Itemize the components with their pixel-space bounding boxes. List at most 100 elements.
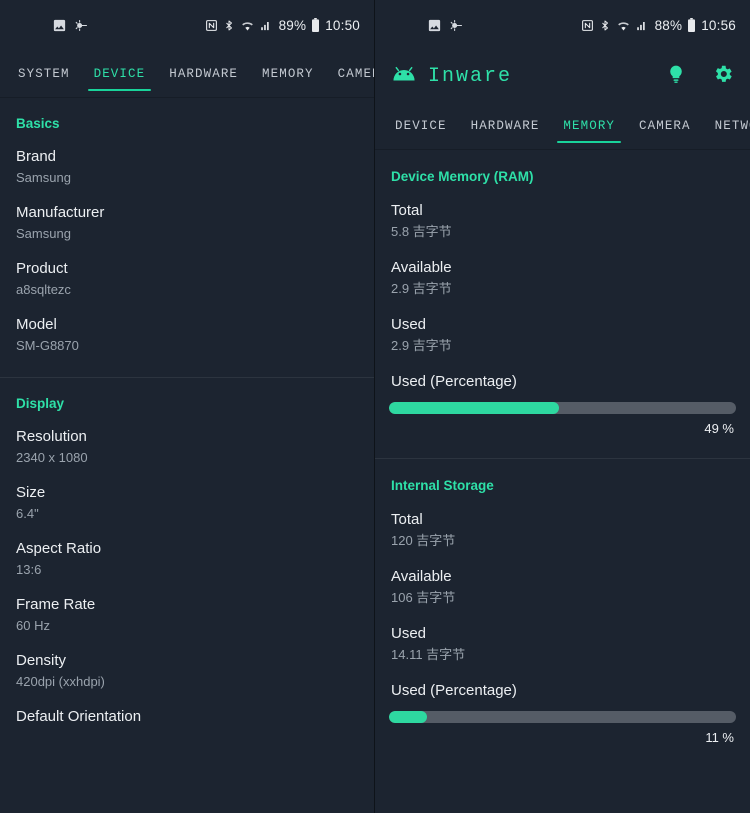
clock-label: 10:56 bbox=[701, 18, 736, 33]
progress-percent-label: 49 % bbox=[389, 414, 736, 436]
memory-row-used-percentage: Used (Percentage) bbox=[375, 355, 750, 392]
storage-usage-progress: 11 % bbox=[375, 701, 750, 745]
row-label: Default Orientation bbox=[16, 707, 358, 727]
bluetooth-icon bbox=[223, 19, 235, 32]
tab-camera[interactable]: CAMERA bbox=[627, 102, 703, 149]
signal-icon bbox=[260, 19, 274, 32]
status-bar-notification-icons bbox=[427, 18, 464, 33]
left-tab-bar[interactable]: SYSTEM DEVICE HARDWARE MEMORY CAMERA bbox=[0, 50, 374, 97]
row-value: 106 吉字节 bbox=[391, 588, 734, 607]
row-label: Aspect Ratio bbox=[16, 539, 358, 559]
image-icon bbox=[427, 18, 442, 33]
progress-fill bbox=[389, 402, 559, 414]
progress-label: Used (Percentage) bbox=[391, 372, 734, 392]
memory-row-total[interactable]: Total 5.8 吉字节 bbox=[375, 184, 750, 241]
app-bar-actions bbox=[666, 63, 734, 90]
row-label: Resolution bbox=[16, 427, 358, 447]
info-row-size[interactable]: Size 6.4" bbox=[0, 467, 374, 523]
memory-usage-progress: 49 % bbox=[375, 392, 750, 436]
info-row-frame-rate[interactable]: Frame Rate 60 Hz bbox=[0, 579, 374, 635]
row-label: Available bbox=[391, 567, 734, 587]
image-icon bbox=[52, 18, 67, 33]
row-label: Used bbox=[391, 315, 734, 335]
status-bar-system-icons: 88% 10:56 bbox=[581, 18, 736, 33]
row-label: Used bbox=[391, 624, 734, 644]
info-row-density[interactable]: Density 420dpi (xxhdpi) bbox=[0, 635, 374, 691]
flash-off-icon bbox=[449, 18, 464, 33]
row-value: 60 Hz bbox=[16, 616, 358, 635]
row-label: Density bbox=[16, 651, 358, 671]
tab-device[interactable]: DEVICE bbox=[383, 102, 459, 149]
tab-memory[interactable]: MEMORY bbox=[250, 50, 326, 97]
battery-icon bbox=[687, 18, 696, 32]
left-content: Basics Brand Samsung Manufacturer Samsun… bbox=[0, 98, 374, 727]
row-label: Total bbox=[391, 510, 734, 530]
tab-hardware[interactable]: HARDWARE bbox=[459, 102, 552, 149]
status-bar-system-icons: 89% 10:50 bbox=[205, 18, 360, 33]
gear-icon[interactable] bbox=[712, 63, 734, 90]
progress-percent-label: 11 % bbox=[389, 723, 736, 745]
row-value: 2.9 吉字节 bbox=[391, 336, 734, 355]
info-row-brand[interactable]: Brand Samsung bbox=[0, 131, 374, 187]
right-status-bar: 88% 10:56 bbox=[375, 0, 750, 50]
flash-off-icon bbox=[74, 18, 89, 33]
wifi-icon bbox=[240, 19, 255, 32]
row-value: 14.11 吉字节 bbox=[391, 645, 734, 664]
row-label: Available bbox=[391, 258, 734, 278]
lightbulb-icon[interactable] bbox=[666, 63, 686, 90]
storage-row-used-percentage: Used (Percentage) bbox=[375, 664, 750, 701]
storage-row-total[interactable]: Total 120 吉字节 bbox=[375, 493, 750, 550]
row-value: 6.4" bbox=[16, 504, 358, 523]
storage-row-available[interactable]: Available 106 吉字节 bbox=[375, 550, 750, 607]
tab-memory[interactable]: MEMORY bbox=[551, 102, 627, 149]
battery-percent-label: 89% bbox=[279, 18, 307, 33]
info-row-manufacturer[interactable]: Manufacturer Samsung bbox=[0, 187, 374, 243]
signal-icon bbox=[636, 19, 650, 32]
memory-row-used[interactable]: Used 2.9 吉字节 bbox=[375, 298, 750, 355]
storage-row-used[interactable]: Used 14.11 吉字节 bbox=[375, 607, 750, 664]
nfc-icon bbox=[205, 19, 218, 32]
right-content: Device Memory (RAM) Total 5.8 吉字节 Availa… bbox=[375, 150, 750, 745]
section-title-device-memory: Device Memory (RAM) bbox=[375, 150, 750, 184]
right-tab-bar[interactable]: DEVICE HARDWARE MEMORY CAMERA NETWORK bbox=[375, 102, 750, 149]
row-value: a8sqltezc bbox=[16, 280, 358, 299]
progress-label: Used (Percentage) bbox=[391, 681, 734, 701]
status-bar-notification-icons bbox=[52, 18, 89, 33]
row-value: 2.9 吉字节 bbox=[391, 279, 734, 298]
info-row-default-orientation[interactable]: Default Orientation bbox=[0, 691, 374, 727]
row-value: 5.8 吉字节 bbox=[391, 222, 734, 241]
info-row-resolution[interactable]: Resolution 2340 x 1080 bbox=[0, 411, 374, 467]
right-screen: 88% 10:56 bbox=[375, 0, 750, 813]
info-row-product[interactable]: Product a8sqltezc bbox=[0, 243, 374, 299]
app-title: Inware bbox=[428, 65, 512, 88]
nfc-icon bbox=[581, 19, 594, 32]
section-title-basics: Basics bbox=[0, 98, 374, 131]
row-value: 420dpi (xxhdpi) bbox=[16, 672, 358, 691]
tab-network[interactable]: NETWORK bbox=[703, 102, 750, 149]
tab-device[interactable]: DEVICE bbox=[82, 50, 158, 97]
battery-icon bbox=[311, 18, 320, 32]
row-value: Samsung bbox=[16, 224, 358, 243]
row-value: 13:6 bbox=[16, 560, 358, 579]
row-value: SM-G8870 bbox=[16, 336, 358, 355]
left-screen: 89% 10:50 SYSTEM DEVICE HARDWARE MEMORY … bbox=[0, 0, 375, 813]
tab-system[interactable]: SYSTEM bbox=[6, 50, 82, 97]
android-head-icon bbox=[391, 66, 417, 87]
row-label: Product bbox=[16, 259, 358, 279]
memory-row-available[interactable]: Available 2.9 吉字节 bbox=[375, 241, 750, 298]
dual-screenshot-container: 89% 10:50 SYSTEM DEVICE HARDWARE MEMORY … bbox=[0, 0, 750, 813]
tab-camera[interactable]: CAMERA bbox=[326, 50, 375, 97]
row-label: Manufacturer bbox=[16, 203, 358, 223]
progress-track bbox=[389, 402, 736, 414]
left-status-bar: 89% 10:50 bbox=[0, 0, 374, 50]
row-label: Frame Rate bbox=[16, 595, 358, 615]
row-value: 120 吉字节 bbox=[391, 531, 734, 550]
bluetooth-icon bbox=[599, 19, 611, 32]
app-brand: Inware bbox=[391, 65, 512, 88]
row-label: Brand bbox=[16, 147, 358, 167]
info-row-model[interactable]: Model SM-G8870 bbox=[0, 299, 374, 355]
info-row-aspect-ratio[interactable]: Aspect Ratio 13:6 bbox=[0, 523, 374, 579]
row-label: Total bbox=[391, 201, 734, 221]
progress-track bbox=[389, 711, 736, 723]
tab-hardware[interactable]: HARDWARE bbox=[157, 50, 250, 97]
